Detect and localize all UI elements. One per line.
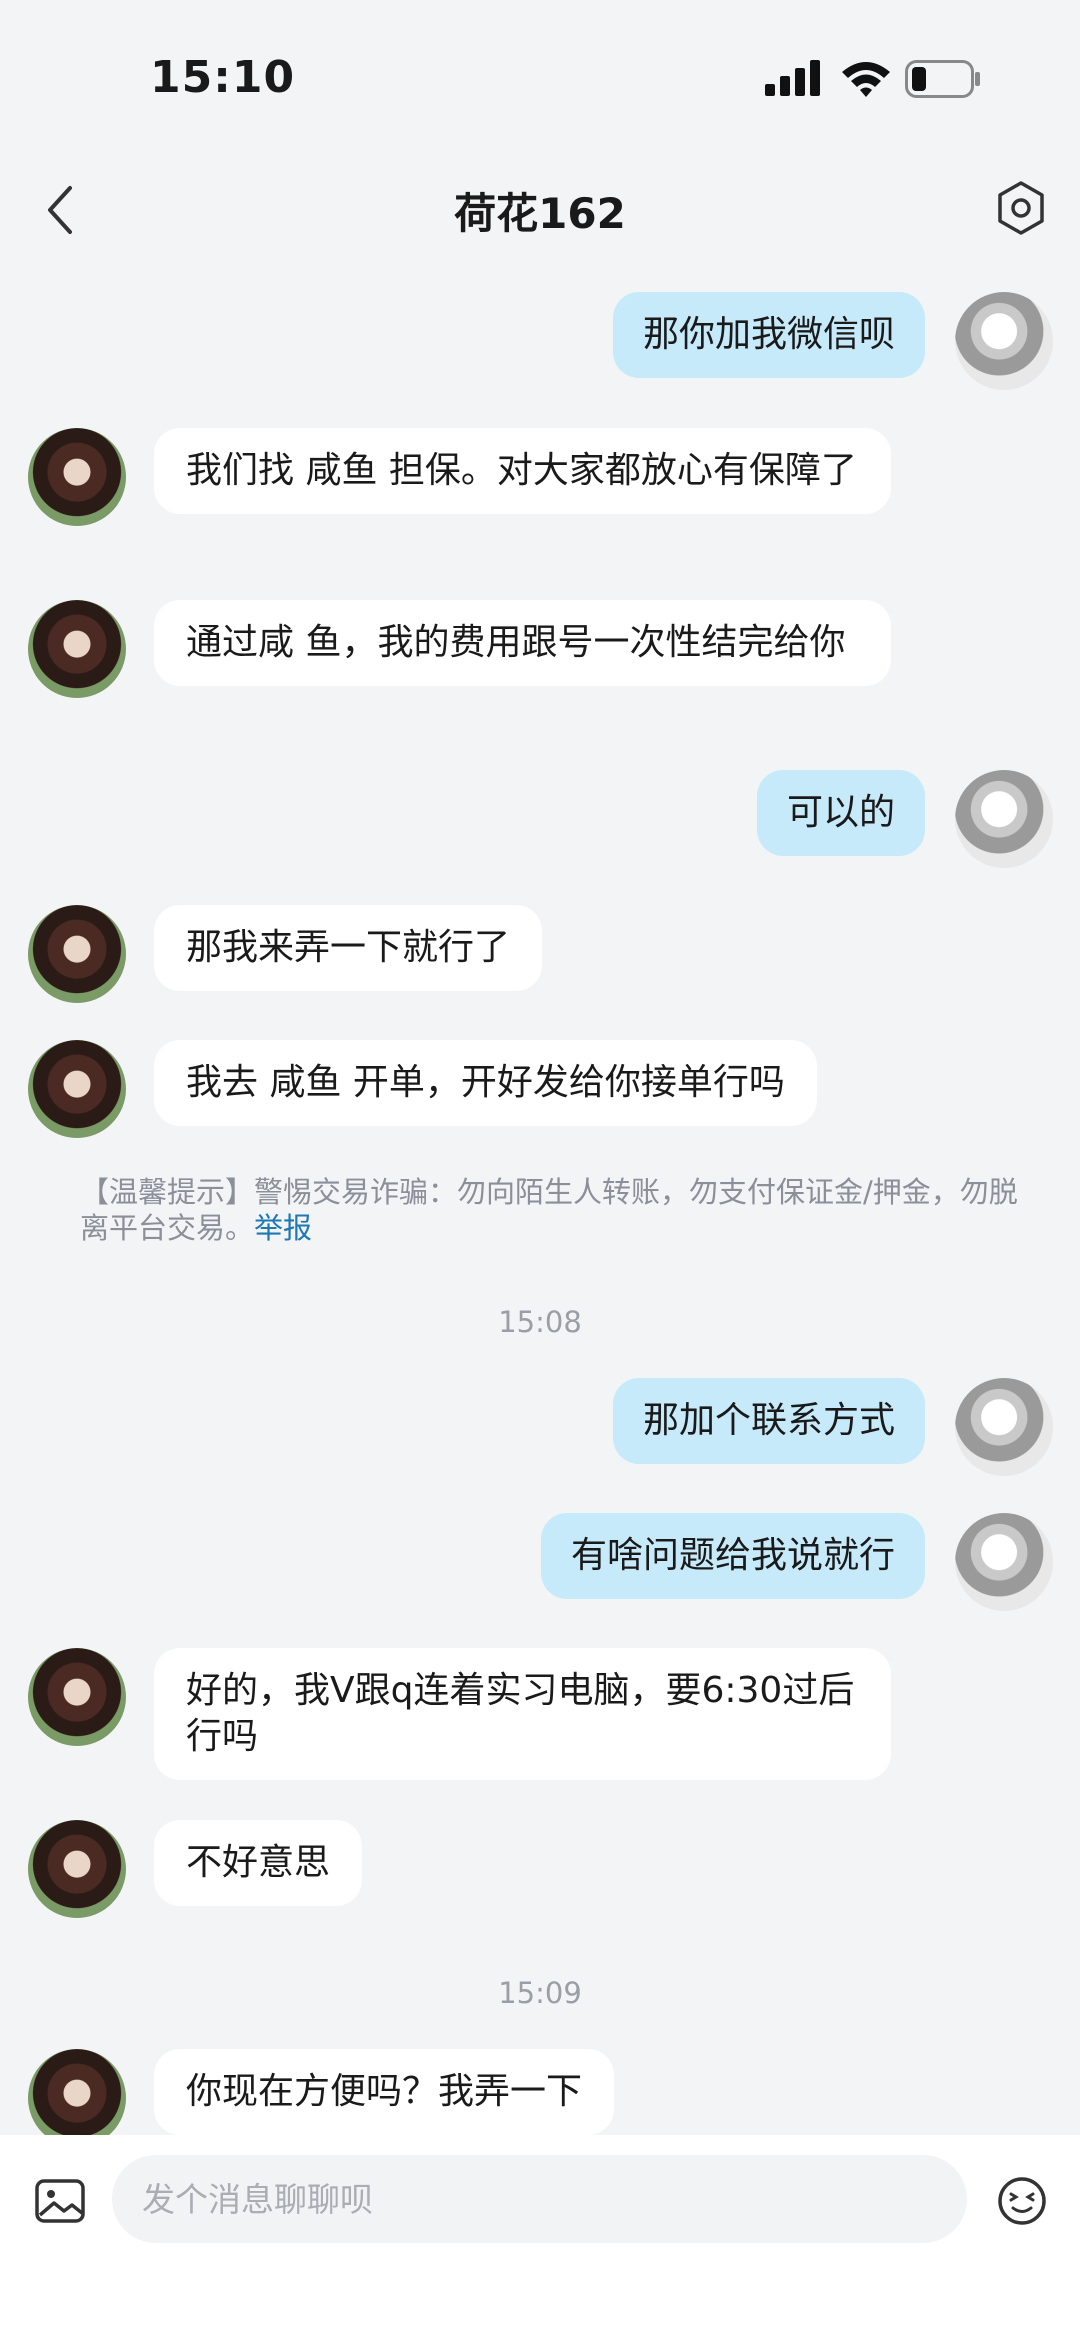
contact-avatar[interactable]	[28, 2049, 126, 2147]
received-message[interactable]: 通过咸 鱼，我的费用跟号一次性结完给你	[154, 600, 891, 686]
message-input[interactable]	[112, 2155, 967, 2243]
status-bar: 15:10	[0, 0, 1080, 150]
safety-notice: 【温馨提示】警惕交易诈骗：勿向陌生人转账，勿支付保证金/押金，勿脱离平台交易。举…	[80, 1174, 1020, 1246]
sent-message[interactable]: 那加个联系方式	[612, 1378, 925, 1464]
settings-icon[interactable]	[995, 180, 1047, 236]
sent-message[interactable]: 有啥问题给我说就行	[540, 1513, 925, 1599]
contact-avatar[interactable]	[28, 1648, 126, 1746]
chat-title: 荷花162	[454, 189, 626, 238]
contact-avatar[interactable]	[28, 1820, 126, 1918]
received-message[interactable]: 你现在方便吗？我弄一下	[154, 2049, 615, 2135]
emoji-icon[interactable]	[996, 2175, 1048, 2227]
my-avatar[interactable]	[955, 770, 1053, 868]
received-message[interactable]: 好的，我V跟q连着实习电脑，要6:30过后行吗	[154, 1648, 891, 1780]
my-avatar[interactable]	[955, 1513, 1053, 1611]
message-timestamp: 15:08	[498, 1305, 582, 1339]
battery-icon	[905, 60, 980, 98]
safety-notice-text: 【温馨提示】警惕交易诈骗：勿向陌生人转账，勿支付保证金/押金，勿脱离平台交易。	[80, 1175, 1018, 1245]
my-avatar[interactable]	[955, 292, 1053, 390]
received-message[interactable]: 不好意思	[154, 1820, 363, 1906]
sent-message[interactable]: 可以的	[756, 770, 925, 856]
image-icon[interactable]	[34, 2175, 86, 2227]
wifi-icon	[842, 62, 890, 97]
received-message[interactable]: 我去 咸鱼 开单，开好发给你接单行吗	[154, 1040, 817, 1126]
chat-header: 荷花162	[0, 150, 1080, 270]
message-timestamp: 15:09	[498, 1976, 582, 2010]
signal-icon	[765, 60, 820, 96]
received-message[interactable]: 我们找 咸鱼 担保。对大家都放心有保障了	[154, 428, 891, 514]
status-time: 15:10	[150, 52, 296, 103]
contact-avatar[interactable]	[28, 905, 126, 1003]
report-link[interactable]: 举报	[254, 1211, 312, 1245]
my-avatar[interactable]	[955, 1378, 1053, 1476]
received-message[interactable]: 那我来弄一下就行了	[154, 905, 543, 991]
contact-avatar[interactable]	[28, 428, 126, 526]
contact-avatar[interactable]	[28, 600, 126, 698]
sent-message[interactable]: 那你加我微信呗	[612, 292, 925, 378]
message-input-bar	[0, 2135, 1080, 2347]
contact-avatar[interactable]	[28, 1040, 126, 1138]
